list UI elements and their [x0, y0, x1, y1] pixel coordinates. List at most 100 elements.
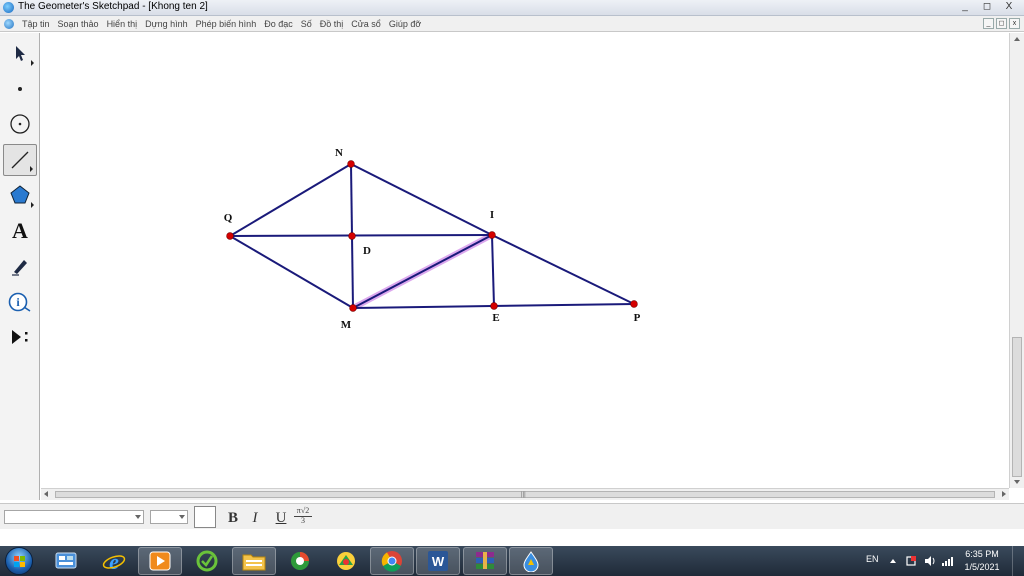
menu-graph[interactable]: Đồ thị — [316, 19, 348, 29]
taskbar-chrome[interactable] — [370, 547, 414, 575]
close-button[interactable]: X — [998, 0, 1020, 14]
polygon-tool[interactable] — [3, 179, 37, 211]
segment-ie[interactable] — [491, 234, 495, 307]
symbol-palette-bottom: 3 — [294, 516, 312, 525]
segment-qm[interactable] — [229, 235, 354, 309]
sketch-canvas[interactable]: N Q I D M E P — [41, 33, 1009, 488]
point-label-q[interactable]: Q — [224, 212, 233, 224]
taskbar-internet-explorer[interactable]: e — [92, 547, 136, 575]
point-i[interactable] — [488, 231, 496, 239]
menu-measure[interactable]: Đo đạc — [260, 19, 297, 29]
menu-bar: Tập tin Soạn thảo Hiển thị Dựng hình Phé… — [0, 16, 1024, 32]
point-q[interactable] — [226, 232, 234, 240]
scroll-down-icon[interactable] — [1014, 480, 1020, 484]
doc-close-button[interactable]: x — [1009, 18, 1020, 29]
point-e[interactable] — [490, 302, 498, 310]
font-size-select[interactable] — [150, 510, 188, 524]
taskbar-control-panel[interactable] — [44, 547, 88, 575]
info-icon: i — [8, 292, 31, 312]
minimize-button[interactable]: _ — [954, 0, 976, 14]
vertical-scroll-thumb[interactable] — [1012, 337, 1022, 477]
network-signal-icon[interactable] — [941, 556, 953, 566]
taskbar-file-explorer[interactable] — [232, 547, 276, 575]
arrow-icon — [16, 46, 25, 61]
scroll-up-icon[interactable] — [1014, 37, 1020, 41]
taskbar-beta-app[interactable] — [185, 547, 229, 575]
system-clock[interactable]: 6:35 PM 1/5/2021 — [960, 548, 1004, 574]
point-n[interactable] — [347, 160, 355, 168]
language-indicator[interactable]: EN — [866, 554, 879, 564]
sketchpad-drop-icon — [523, 551, 539, 572]
segment-qi[interactable] — [229, 234, 493, 237]
arrow-tool[interactable] — [3, 37, 37, 69]
point-label-d[interactable]: D — [363, 245, 371, 257]
document-icon[interactable] — [4, 18, 14, 29]
menu-file[interactable]: Tập tin — [18, 19, 54, 29]
point-label-m[interactable]: M — [341, 319, 352, 331]
horizontal-scrollbar[interactable]: ||| — [41, 488, 1009, 500]
point-label-i[interactable]: I — [490, 209, 494, 221]
chrome-icon — [381, 551, 402, 572]
svg-text:e: e — [109, 549, 119, 573]
italic-button[interactable]: I — [246, 509, 264, 527]
straightedge-tool[interactable] — [3, 144, 37, 176]
taskbar-word[interactable]: W — [416, 547, 460, 575]
underline-button[interactable]: U — [272, 509, 290, 527]
scroll-left-icon[interactable] — [44, 491, 48, 497]
sketchpad-app-icon — [3, 2, 14, 13]
custom-tool[interactable] — [3, 321, 37, 353]
doc-minimize-button[interactable]: _ — [983, 18, 994, 29]
tray-expand-icon[interactable] — [889, 556, 901, 566]
segment-qn[interactable] — [229, 163, 352, 237]
marker-tool[interactable] — [3, 250, 37, 282]
point-label-p[interactable]: P — [634, 312, 641, 324]
font-family-select[interactable] — [4, 510, 144, 524]
point-m[interactable] — [349, 304, 357, 312]
menu-construct[interactable]: Dựng hình — [141, 19, 192, 29]
bold-button[interactable]: B — [224, 509, 242, 527]
taskbar-sketchpad-2[interactable] — [509, 547, 553, 575]
show-desktop-button[interactable] — [1012, 546, 1024, 576]
title-bar: The Geometer's Sketchpad - [Khong ten 2]… — [0, 0, 1024, 16]
restore-button[interactable]: ◻ — [976, 0, 998, 14]
internet-explorer-icon: e — [102, 549, 126, 573]
symbol-palette-button[interactable]: π√2 3 — [294, 507, 312, 527]
polygon-icon — [10, 185, 30, 204]
menu-number[interactable]: Số — [297, 19, 316, 29]
start-button[interactable] — [5, 547, 33, 575]
segment-icon — [11, 151, 29, 169]
point-label-e[interactable]: E — [492, 312, 499, 324]
segment-ip[interactable] — [491, 234, 635, 305]
chevron-down-icon — [179, 515, 185, 519]
segment-mi[interactable] — [352, 234, 493, 309]
menu-window[interactable]: Cửa sổ — [347, 19, 385, 29]
taskbar-coccoc-browser[interactable] — [278, 547, 322, 575]
action-center-icon[interactable] — [905, 556, 917, 566]
compass-tool[interactable] — [3, 108, 37, 140]
text-color-swatch[interactable] — [194, 506, 216, 528]
taskbar-media-player[interactable] — [138, 547, 182, 575]
chevron-down-icon — [135, 515, 141, 519]
menu-help[interactable]: Giúp đỡ — [385, 19, 425, 29]
control-panel-icon — [55, 552, 77, 569]
svg-text:W: W — [432, 554, 445, 569]
point-p[interactable] — [630, 300, 638, 308]
taskbar-sketchpad[interactable] — [324, 547, 368, 575]
point-label-n[interactable]: N — [335, 147, 343, 159]
menu-display[interactable]: Hiển thị — [103, 19, 142, 29]
scroll-grip-icon: ||| — [521, 492, 526, 498]
text-tool[interactable]: A — [3, 215, 37, 247]
doc-restore-button[interactable]: ◻ — [996, 18, 1007, 29]
point-d[interactable] — [348, 232, 356, 240]
taskbar-winrar[interactable] — [463, 547, 507, 575]
segment-ni[interactable] — [350, 163, 493, 236]
menu-transform[interactable]: Phép biến hình — [192, 19, 261, 29]
point-tool[interactable] — [3, 73, 37, 105]
horizontal-scroll-thumb[interactable]: ||| — [55, 491, 995, 498]
menu-edit[interactable]: Soạn thảo — [54, 19, 103, 29]
scroll-right-icon[interactable] — [1002, 491, 1006, 497]
vertical-scrollbar[interactable] — [1009, 33, 1024, 488]
information-tool[interactable]: i — [3, 286, 37, 318]
sketch-drawing[interactable]: N Q I D M E P — [41, 33, 1009, 488]
volume-icon[interactable] — [924, 556, 936, 566]
